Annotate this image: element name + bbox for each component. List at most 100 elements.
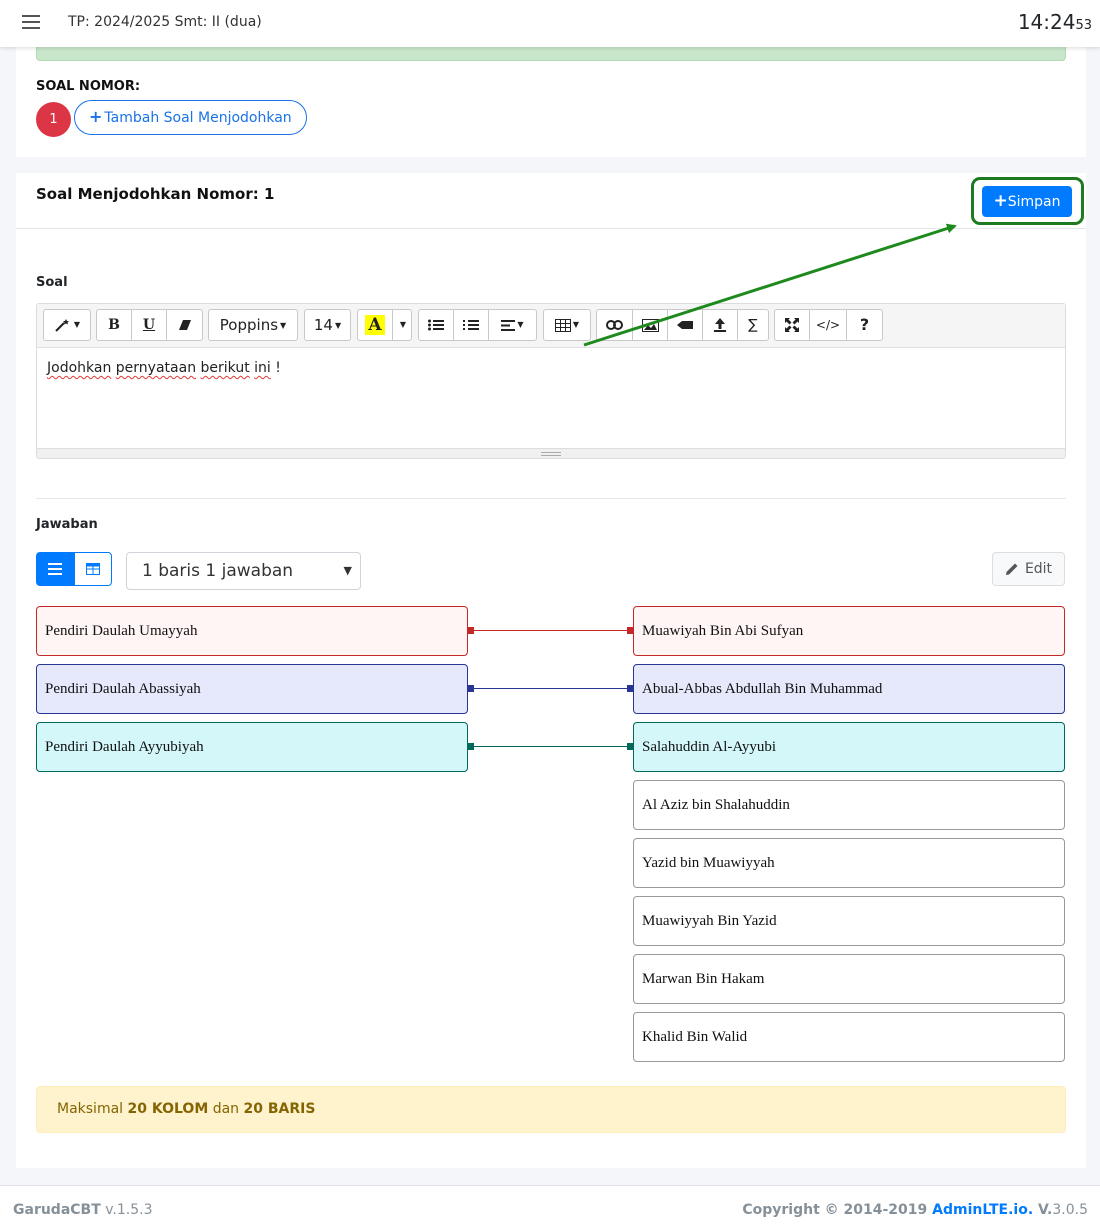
connector-line (468, 630, 633, 631)
upload-button[interactable] (702, 309, 738, 341)
alert-prefix: Maksimal (57, 1101, 128, 1117)
matching-question-card: Soal Menjodohkan Nomor: 1 +Simpan Soal ▼… (16, 173, 1086, 1168)
list-icon (48, 563, 62, 575)
save-button-label: Simpan (1007, 194, 1061, 210)
clear-format-button[interactable] (166, 309, 203, 341)
right-item[interactable]: Al Aziz bin Shalahuddin (633, 780, 1065, 830)
save-button[interactable]: +Simpan (982, 186, 1072, 217)
footer-copyright-text: Copyright © 2014-2019 (742, 1202, 933, 1218)
unordered-list-button[interactable] (418, 309, 454, 341)
align-left-icon (501, 319, 516, 331)
chevron-down-icon: ▼ (343, 564, 352, 577)
soal-nomor-label: SOAL NOMOR: (36, 79, 141, 94)
soal-nomor-card: SOAL NOMOR: 1 + Tambah Soal Menjodohkan (16, 30, 1086, 157)
adminlte-link[interactable]: AdminLTE.io. (932, 1202, 1033, 1218)
help-button[interactable]: ? (846, 309, 883, 341)
code-view-button[interactable]: </> (809, 309, 847, 341)
fullscreen-button[interactable] (774, 309, 810, 341)
bullet-list-icon (428, 319, 444, 331)
numbered-list-icon (463, 320, 479, 330)
connector-end-handle[interactable] (627, 743, 634, 750)
add-matching-question-button[interactable]: + Tambah Soal Menjodohkan (74, 100, 307, 135)
right-item[interactable]: Marwan Bin Hakam (633, 954, 1065, 1004)
footer-app-info: GarudaCBT v.1.5.3 (13, 1202, 153, 1218)
ordered-list-button[interactable] (453, 309, 489, 341)
right-item[interactable]: Muawiyyah Bin Yazid (633, 896, 1065, 946)
editor-resize-handle[interactable] (37, 448, 1065, 458)
right-item[interactable]: Muawiyah Bin Abi Sufyan (633, 606, 1065, 656)
pencil-icon (1005, 563, 1018, 575)
code-icon: </> (815, 318, 841, 332)
connector-line (468, 746, 633, 747)
content-word-2: pernyataan (115, 360, 197, 376)
math-formula-button[interactable]: ∑ (737, 309, 769, 341)
connector-end-handle[interactable] (627, 685, 634, 692)
question-number-button[interactable]: 1 (36, 102, 71, 137)
connector-start-handle[interactable] (467, 685, 474, 692)
rich-text-editor: ▼ B U Poppins ▼ 14 ▼ A ▼ ▼ ▼ ∑ </> ? Jod… (36, 303, 1066, 459)
caret-down-icon: ▼ (517, 320, 524, 329)
content-word-4: ini (254, 360, 271, 376)
edit-button-label: Edit (1024, 561, 1053, 577)
save-button-highlight: +Simpan (971, 177, 1084, 225)
alert-mid: dan (208, 1101, 244, 1117)
connector-start-handle[interactable] (467, 743, 474, 750)
left-item[interactable]: Pendiri Daulah Ayyubiyah (36, 722, 468, 772)
answer-layout-select[interactable]: 1 baris 1 jawaban ▼ (126, 552, 361, 590)
sigma-icon: ∑ (748, 317, 758, 333)
footer-version: 3.0.5 (1052, 1202, 1088, 1218)
left-item[interactable]: Pendiri Daulah Umayyah (36, 606, 468, 656)
editor-toolbar: ▼ B U Poppins ▼ 14 ▼ A ▼ ▼ ▼ ∑ </> ? (37, 304, 1065, 348)
clock: 14:2453 (1018, 10, 1092, 34)
clock-seconds: 53 (1075, 18, 1092, 33)
connector-end-handle[interactable] (627, 627, 634, 634)
hamburger-menu-icon[interactable] (22, 15, 40, 31)
table-view-button[interactable] (74, 552, 112, 586)
insert-link-button[interactable] (596, 309, 633, 341)
card-header-divider (16, 228, 1086, 229)
footer-app-version: v.1.5.3 (100, 1202, 153, 1218)
caret-down-icon: ▼ (73, 320, 81, 329)
right-item[interactable]: Salahuddin Al-Ayyubi (633, 722, 1065, 772)
caret-down-icon: ▼ (399, 320, 407, 329)
resize-grip-icon (541, 452, 561, 456)
soal-label: Soal (36, 275, 68, 290)
insert-video-button[interactable] (667, 309, 703, 341)
table-dropdown[interactable]: ▼ (543, 309, 591, 341)
editor-content-area[interactable]: Jodohkan pernyataan berikut ini ! (47, 360, 281, 376)
eraser-icon (178, 320, 191, 330)
underline-button[interactable]: U (131, 309, 167, 341)
right-item[interactable]: Abual-Abbas Abdullah Bin Muhammad (633, 664, 1065, 714)
left-item[interactable]: Pendiri Daulah Abassiyah (36, 664, 468, 714)
footer-v-label: V. (1033, 1202, 1053, 1218)
clock-hours-minutes: 14:24 (1017, 10, 1076, 34)
text-color-button[interactable]: A (357, 309, 393, 341)
font-size-dropdown[interactable]: 14 ▼ (304, 309, 351, 341)
grid-icon (86, 563, 100, 575)
view-toggle-group (36, 552, 113, 586)
expand-icon (785, 318, 799, 332)
list-view-button[interactable] (36, 552, 74, 586)
content-word-5: ! (275, 360, 281, 376)
text-color-dropdown[interactable]: ▼ (392, 309, 412, 341)
insert-image-button[interactable] (632, 309, 668, 341)
image-icon (641, 318, 659, 332)
link-icon (606, 320, 623, 330)
answer-layout-value: 1 baris 1 jawaban (142, 561, 294, 581)
connector-start-handle[interactable] (467, 627, 474, 634)
plus-icon: + (89, 107, 103, 126)
paragraph-align-dropdown[interactable]: ▼ (488, 309, 537, 341)
right-item[interactable]: Yazid bin Muawiyyah (633, 838, 1065, 888)
alert-baris: 20 BARIS (243, 1101, 316, 1117)
edit-button[interactable]: Edit (992, 552, 1065, 586)
footer: GarudaCBT v.1.5.3 Copyright © 2014-2019 … (0, 1185, 1100, 1232)
card-title: Soal Menjodohkan Nomor: 1 (36, 185, 275, 203)
style-magic-wand-button[interactable]: ▼ (43, 309, 91, 341)
caret-down-icon: ▼ (572, 320, 580, 329)
right-item[interactable]: Khalid Bin Walid (633, 1012, 1065, 1062)
limit-warning-alert: Maksimal 20 KOLOM dan 20 BARIS (36, 1086, 1066, 1133)
font-family-dropdown[interactable]: Poppins ▼ (208, 309, 298, 341)
plus-icon: + (993, 191, 1008, 211)
bold-button[interactable]: B (96, 309, 132, 341)
video-icon (677, 321, 693, 329)
